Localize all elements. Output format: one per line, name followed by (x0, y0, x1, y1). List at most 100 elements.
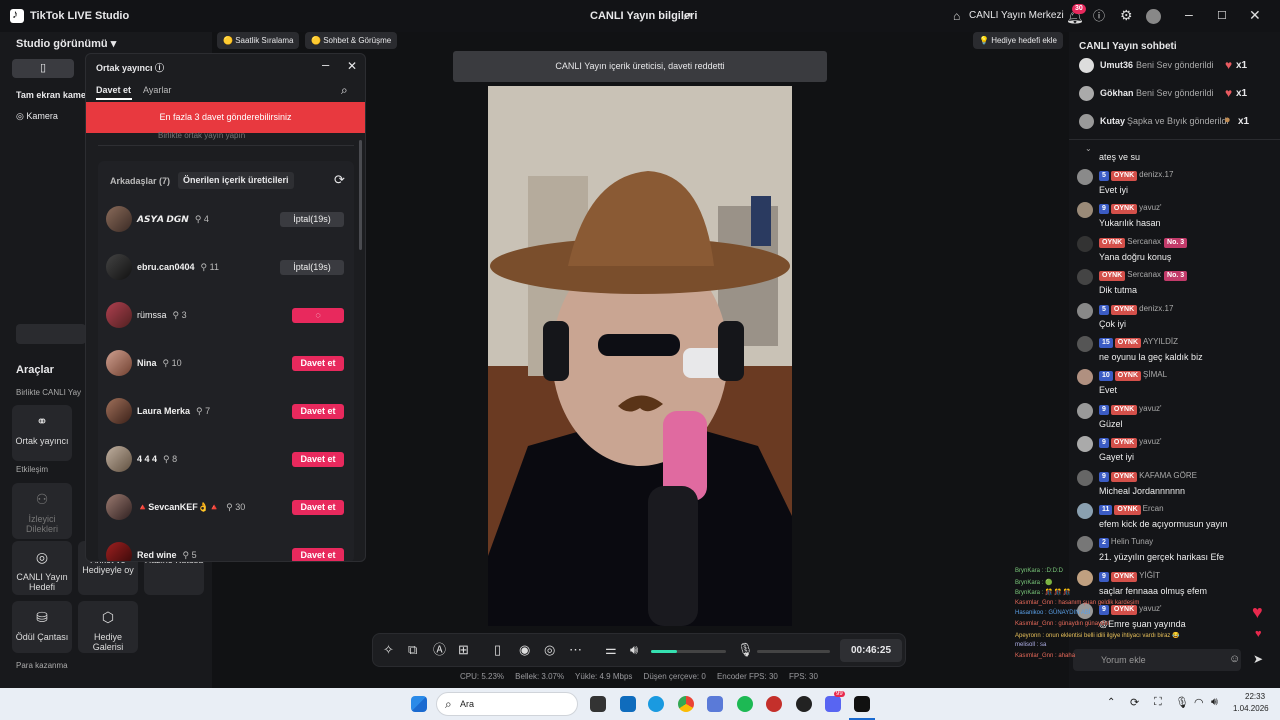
invite-button[interactable]: Davet et (292, 355, 344, 371)
edge-icon[interactable] (648, 696, 664, 712)
avatar[interactable] (1077, 235, 1093, 252)
ai-icon[interactable]: Ⓐ (433, 643, 446, 657)
chrome-icon[interactable] (678, 696, 694, 712)
avatar[interactable] (1077, 369, 1093, 386)
avatar[interactable] (1077, 402, 1093, 419)
settings-app-icon[interactable] (707, 696, 723, 712)
avatar[interactable] (1077, 469, 1093, 486)
volume-slider[interactable] (651, 650, 726, 653)
chat-username[interactable]: denizx.17 (1139, 170, 1173, 179)
avatar[interactable] (1077, 269, 1093, 286)
phone-icon[interactable]: ▯ (494, 643, 501, 657)
layout-icon[interactable]: ⧉ (408, 643, 417, 657)
sync-icon[interactable]: ⟳ (1130, 696, 1139, 709)
avatar[interactable] (1077, 503, 1093, 519)
avatar[interactable] (1077, 536, 1093, 553)
cancel-invite-button[interactable]: İptal(19s) (280, 211, 344, 227)
avatar[interactable] (1077, 336, 1093, 352)
viewer-requests-tool[interactable]: ⚇ İzleyici Dilekleri (12, 483, 72, 539)
send-icon[interactable]: ➤ (1253, 652, 1263, 666)
chat-username[interactable]: yavuz' (1139, 604, 1161, 613)
add-media-icon[interactable]: ⊞ (458, 643, 469, 657)
maximize-icon[interactable]: ☐ (1217, 9, 1227, 23)
obs-icon[interactable] (796, 696, 812, 712)
gift-gallery-tool[interactable]: ⬡ Hediye Galerisi (78, 601, 138, 653)
close-icon[interactable]: ✕ (1249, 8, 1261, 22)
chat-username[interactable]: YİĞİT (1139, 571, 1160, 580)
portrait-mode-button[interactable]: ▯ (12, 59, 74, 78)
live-center-link[interactable]: CANLI Yayın Merkezi (969, 10, 1064, 21)
invite-button[interactable]: Davet et (292, 403, 344, 419)
clock-date[interactable]: 1.04.2026 (1233, 704, 1269, 713)
sliders-icon[interactable]: ⚌ (605, 643, 617, 657)
spotify-icon[interactable] (737, 696, 753, 712)
camera-source[interactable]: ◎ Kamera (16, 111, 58, 122)
invite-button[interactable]: Davet et (292, 499, 344, 515)
search-icon[interactable]: ⌕ (341, 83, 348, 98)
microphone-icon[interactable]: 🎙︎ (737, 643, 754, 657)
cancel-invite-button[interactable]: İptal(19s) (280, 259, 344, 275)
home-icon[interactable]: ⌂ (953, 9, 960, 23)
avatar[interactable] (1077, 202, 1093, 219)
studio-view-dropdown[interactable]: Studio görünümü ▾ (16, 37, 116, 50)
taskbar-search[interactable]: ⌕ Ara (436, 692, 578, 716)
windows-start-icon[interactable] (411, 696, 427, 712)
chat-username[interactable]: Ercan (1143, 504, 1164, 513)
refresh-icon[interactable]: ⟳ (334, 172, 345, 188)
speaker-icon[interactable]: 🔊︎ (630, 643, 638, 657)
share-icon[interactable]: ↗ (682, 9, 692, 23)
wifi-icon[interactable]: ◠ (1194, 696, 1204, 709)
gift-goal-chip[interactable]: 💡 Hediye hedefi ekle (973, 32, 1064, 49)
network-icon[interactable]: ⛶ (1154, 696, 1162, 709)
tab-settings[interactable]: Ayarlar (143, 85, 171, 95)
task-view-icon[interactable] (590, 696, 606, 712)
hourly-ranking-chip[interactable]: 🟡 Saatlik Sıralama (217, 32, 300, 49)
add-source-button[interactable] (16, 324, 86, 344)
chat-username[interactable]: AYYILDİZ (1143, 337, 1178, 346)
minimize-icon[interactable]: – (322, 57, 329, 72)
comment-input[interactable]: Yorum ekle ☺ (1073, 649, 1241, 671)
invite-button[interactable]: Davet et (292, 451, 344, 467)
chat-username[interactable]: Sercanax (1127, 270, 1161, 279)
avatar[interactable] (1146, 9, 1161, 24)
emoji-icon[interactable]: ☺ (1229, 653, 1240, 665)
chevron-up-icon[interactable]: ⌃ (1107, 697, 1115, 708)
chat-meet-chip[interactable]: 🟡 Sohbet & Görüşme (305, 32, 398, 49)
cohost-tool[interactable]: ⚭ Ortak yayıncı (12, 405, 72, 461)
help-icon[interactable]: ⓘ (1093, 9, 1105, 23)
invite-button-loading[interactable]: ◌ (292, 307, 344, 323)
chat-username[interactable]: yavuz' (1139, 203, 1161, 212)
gear-icon[interactable]: ⚙ (1120, 8, 1133, 22)
discord-icon[interactable] (825, 696, 841, 712)
chat-username[interactable]: ŞİMAL (1143, 370, 1167, 379)
media-player-icon[interactable] (766, 696, 782, 712)
outlook-icon[interactable] (620, 696, 636, 712)
magic-wand-icon[interactable]: ✧ (383, 643, 394, 657)
avatar[interactable] (1077, 302, 1093, 319)
tiktok-studio-icon[interactable] (854, 696, 870, 712)
chat-username[interactable]: Sercanax (1127, 237, 1161, 246)
chat-username[interactable]: KAFAMA GÖRE (1139, 471, 1197, 480)
volume-tray-icon[interactable]: 🔊︎ (1211, 696, 1218, 709)
tab-suggested-creators[interactable]: Önerilen içerik üreticileri (178, 172, 294, 189)
tab-invite[interactable]: Davet et (96, 85, 131, 95)
minimize-icon[interactable]: – (1185, 7, 1193, 21)
record-icon[interactable]: ◉ (519, 643, 530, 657)
close-icon[interactable]: ✕ (347, 59, 357, 73)
avatar[interactable] (1077, 169, 1093, 185)
chat-username[interactable]: yavuz' (1139, 404, 1161, 413)
reward-bag-tool[interactable]: ⛁ Ödül Çantası (12, 601, 72, 653)
live-goal-tool[interactable]: ◎ CANLI Yayın Hedefi (12, 541, 72, 595)
avatar[interactable] (1077, 436, 1093, 453)
avatar[interactable] (1077, 569, 1093, 586)
chat-username[interactable]: yavuz' (1139, 437, 1161, 446)
mic-slider[interactable] (757, 650, 830, 653)
microphone-tray-icon[interactable]: 🎙︎ (1175, 696, 1189, 709)
clock-time[interactable]: 22:33 (1245, 692, 1265, 701)
chat-username[interactable]: denizx.17 (1139, 304, 1173, 313)
capture-icon[interactable]: ◎ (544, 643, 555, 657)
popup-scrollbar[interactable] (359, 140, 362, 250)
invite-button[interactable]: Davet et (292, 547, 344, 561)
chat-username[interactable]: Helin Tunay (1111, 537, 1153, 546)
tab-friends[interactable]: Arkadaşlar (7) (110, 176, 170, 186)
